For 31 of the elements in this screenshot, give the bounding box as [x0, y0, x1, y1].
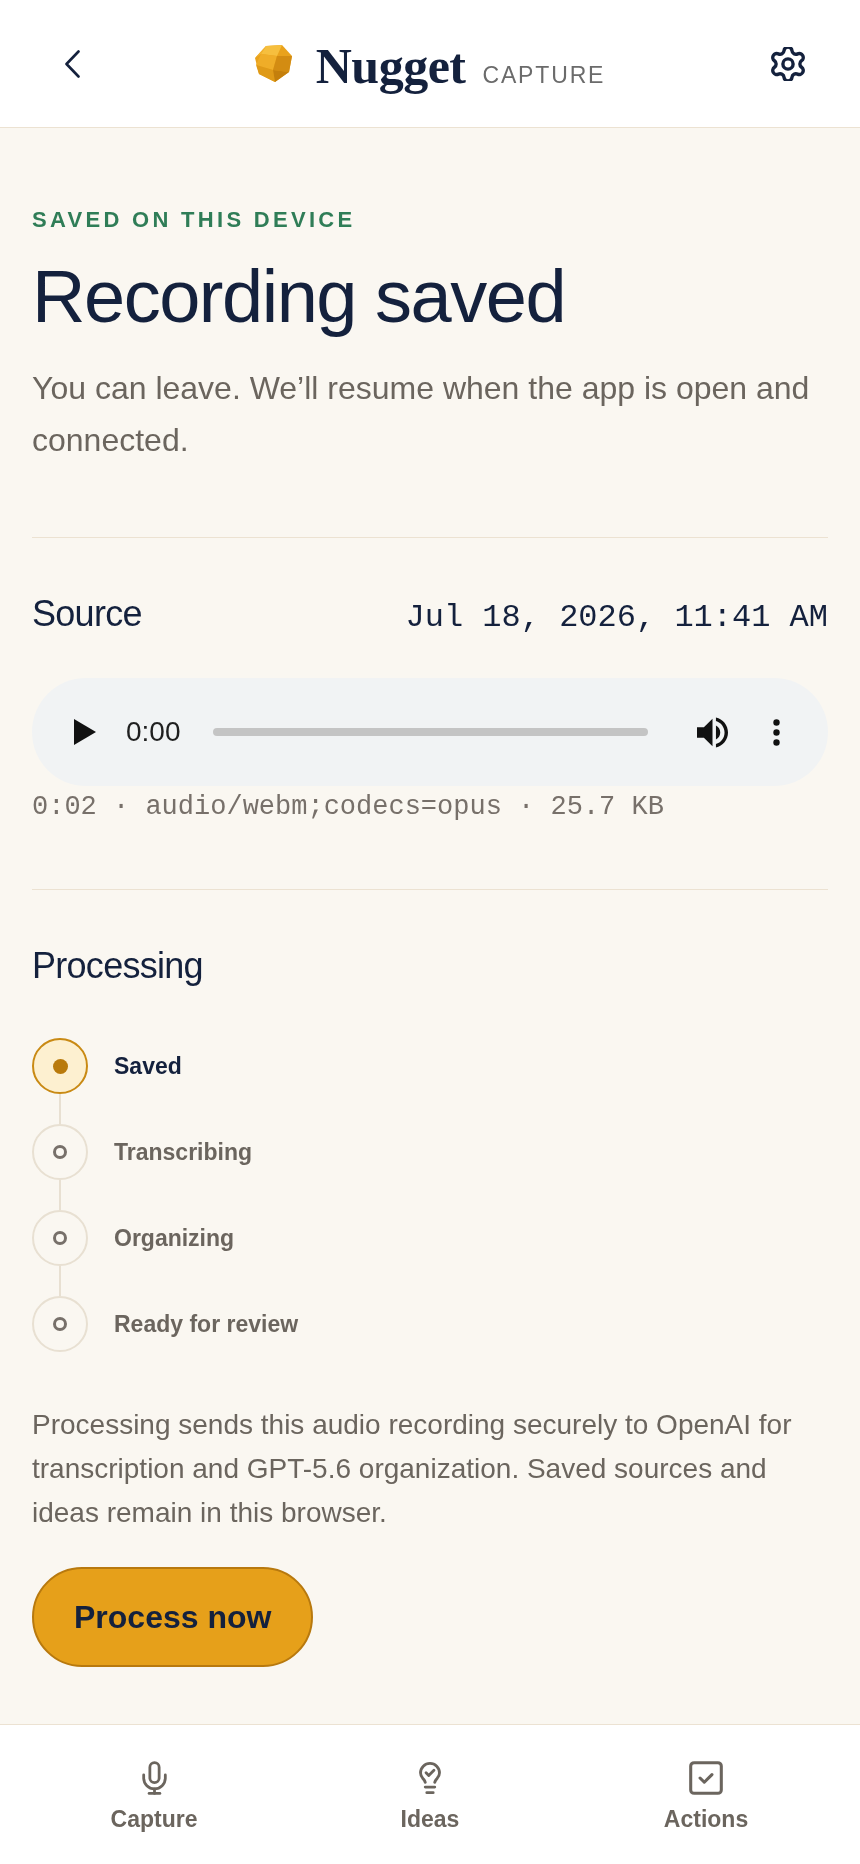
play-icon	[74, 719, 96, 745]
page-title: Recording saved	[32, 255, 567, 339]
nav-item[interactable]: Capture	[110, 1761, 198, 1833]
volume-icon	[697, 716, 728, 748]
lightbulb-check-icon	[418, 1761, 442, 1795]
time-display: 0:00	[126, 716, 181, 748]
chevron-left-icon	[64, 49, 80, 78]
step-label: Organizing	[114, 1224, 235, 1252]
microphone-icon	[141, 1761, 167, 1795]
play-button[interactable]	[74, 719, 96, 745]
settings-icon	[771, 46, 805, 81]
more-options-button[interactable]	[773, 718, 780, 746]
file-info: 0:02 · audio/webm;codecs=opus · 25.7 KB	[32, 791, 665, 824]
gem-logo-icon	[254, 45, 293, 82]
progress-track[interactable]	[212, 728, 648, 736]
step-label: Ready for review	[114, 1310, 299, 1338]
process-now-button[interactable]: Process now	[32, 1567, 314, 1667]
nav-item[interactable]: Actions	[663, 1761, 749, 1833]
privacy-note: Processing sends this audio recording securely to OpenAI for transcription and GPT-5.6 organization. Saved sources and ideas remain in this browser.	[32, 1408, 793, 1530]
checked-square-icon	[689, 1761, 723, 1795]
nav-item[interactable]: Ideas	[400, 1761, 460, 1833]
section-label: CAPTURE	[482, 63, 606, 87]
volume-button[interactable]	[697, 716, 728, 748]
status-label: SAVED ON THIS DEVICE	[32, 208, 357, 232]
step-label: Transcribing	[114, 1138, 253, 1166]
section-heading: Processing	[32, 944, 204, 988]
step-label: Saved	[114, 1052, 182, 1080]
status-message: You can leave. We’ll resume when the app is open and connected.	[32, 369, 811, 460]
recording-timestamp: Jul 18, 2026, 11:41 AM	[405, 598, 828, 638]
more-icon	[773, 718, 780, 746]
section-heading: Source	[32, 592, 142, 636]
